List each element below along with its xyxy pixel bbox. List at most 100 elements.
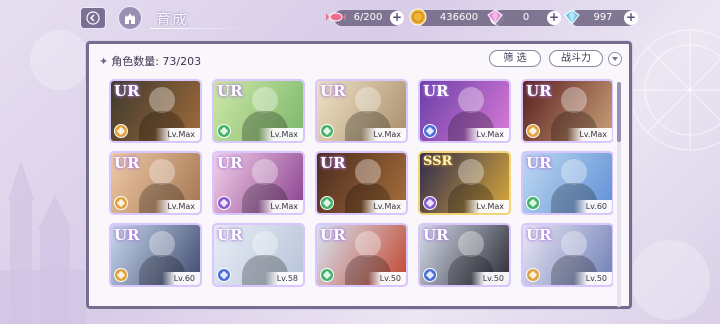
character-figure	[355, 159, 381, 185]
attribute-icon	[320, 268, 334, 282]
level-label: Lv.50	[573, 272, 612, 285]
top-bar: 育成 6/200 + 436600 + 0 + 997 +	[0, 0, 720, 36]
attribute-icon	[526, 268, 540, 282]
character-figure	[355, 87, 381, 113]
attribute-icon	[320, 124, 334, 138]
character-figure	[458, 159, 484, 185]
gold-value: 436600	[439, 12, 479, 23]
resource-stamina: 6/200 +	[326, 10, 404, 26]
stamina-value: 6/200	[353, 12, 383, 23]
level-label: Lv.Max	[567, 128, 612, 141]
character-card[interactable]: UR Lv.50	[418, 223, 511, 287]
attribute-icon	[526, 124, 540, 138]
home-button[interactable]	[118, 6, 142, 30]
blue-diamond-icon	[564, 9, 580, 25]
rarity-badge: UR	[526, 226, 552, 244]
attribute-icon	[423, 268, 437, 282]
character-figure	[149, 87, 175, 113]
rarity-badge: UR	[114, 226, 140, 244]
page-title: 育成	[156, 10, 189, 28]
character-card[interactable]: SSR Lv.Max	[418, 151, 511, 215]
gem-blue-add-button[interactable]: +	[624, 11, 638, 25]
level-label: Lv.Max	[361, 200, 406, 213]
level-label: Lv.Max	[155, 200, 200, 213]
level-label: Lv.Max	[464, 128, 509, 141]
character-card[interactable]: UR Lv.60	[521, 151, 613, 215]
level-label: Lv.Max	[258, 200, 303, 213]
character-figure	[252, 87, 278, 113]
gem-pink-add-button[interactable]: +	[547, 11, 561, 25]
attribute-icon	[114, 196, 128, 210]
castle-icon	[125, 13, 135, 24]
character-card[interactable]: UR Lv.Max	[212, 151, 305, 215]
character-card[interactable]: UR Lv.58	[212, 223, 305, 287]
rarity-badge: UR	[423, 226, 449, 244]
level-label: Lv.58	[264, 272, 303, 285]
rarity-badge: UR	[423, 82, 449, 100]
rarity-badge: UR	[320, 82, 346, 100]
chevron-down-icon	[612, 57, 618, 61]
gold-coin-icon	[409, 8, 427, 26]
back-button[interactable]	[80, 7, 106, 29]
resource-gem-blue: 997 +	[564, 9, 638, 26]
attribute-icon	[423, 124, 437, 138]
title-underline	[150, 28, 250, 29]
sort-power-button[interactable]: 战斗力	[549, 50, 603, 67]
rarity-badge: UR	[526, 154, 552, 172]
character-figure	[561, 159, 587, 185]
candy-icon	[326, 12, 346, 22]
attribute-icon	[114, 124, 128, 138]
rarity-badge: UR	[114, 82, 140, 100]
attribute-icon	[217, 268, 231, 282]
rarity-badge: UR	[217, 82, 243, 100]
gem-blue-value: 997	[593, 12, 613, 23]
character-figure	[561, 87, 587, 113]
attribute-icon	[217, 124, 231, 138]
character-card[interactable]: UR Lv.Max	[315, 151, 408, 215]
panel-header: ✦ 角色数量: 73/203 筛 选 战斗力	[89, 44, 629, 74]
level-label: Lv.Max	[258, 128, 303, 141]
character-card[interactable]: UR Lv.50	[521, 223, 613, 287]
pink-diamond-icon	[487, 9, 503, 25]
attribute-icon	[526, 196, 540, 210]
grid-scrollbar[interactable]	[617, 82, 621, 307]
gem-pink-value: 0	[522, 12, 530, 23]
level-label: Lv.60	[161, 272, 200, 285]
attribute-icon	[217, 196, 231, 210]
rarity-badge: SSR	[423, 154, 453, 169]
rarity-badge: UR	[217, 226, 243, 244]
character-figure	[252, 159, 278, 185]
character-figure	[149, 231, 175, 257]
character-card[interactable]: UR Lv.Max	[109, 151, 202, 215]
scrollbar-thumb[interactable]	[617, 82, 621, 142]
character-card[interactable]: UR Lv.Max	[109, 79, 202, 143]
character-count: ✦ 角色数量: 73/203	[99, 53, 201, 69]
character-grid: UR Lv.Max UR Lv.Max UR Lv.Max UR Lv.Max UR Lv.Max…	[109, 79, 613, 309]
filter-button[interactable]: 筛 选	[489, 50, 541, 67]
character-panel: ✦ 角色数量: 73/203 筛 选 战斗力 UR Lv.Max UR Lv.Max UR…	[86, 41, 632, 309]
character-card[interactable]: UR Lv.Max	[212, 79, 305, 143]
character-figure	[561, 231, 587, 257]
level-label: Lv.50	[367, 272, 406, 285]
character-figure	[458, 231, 484, 257]
character-card[interactable]: UR Lv.Max	[418, 79, 511, 143]
character-figure	[252, 231, 278, 257]
resource-gem-pink: 0 +	[487, 9, 561, 26]
rarity-badge: UR	[217, 154, 243, 172]
attribute-icon	[423, 196, 437, 210]
character-card[interactable]: UR Lv.Max	[315, 79, 408, 143]
rarity-badge: UR	[114, 154, 140, 172]
sparkle-icon: ✦	[99, 55, 109, 68]
character-card[interactable]: UR Lv.50	[315, 223, 408, 287]
character-card[interactable]: UR Lv.Max	[521, 79, 613, 143]
sort-order-toggle[interactable]	[608, 52, 622, 66]
level-label: Lv.50	[470, 272, 509, 285]
character-figure	[458, 87, 484, 113]
level-label: Lv.Max	[155, 128, 200, 141]
character-card[interactable]: UR Lv.60	[109, 223, 202, 287]
level-label: Lv.60	[573, 200, 612, 213]
rarity-badge: UR	[320, 154, 346, 172]
level-label: Lv.Max	[464, 200, 509, 213]
stamina-add-button[interactable]: +	[390, 11, 404, 25]
rarity-badge: UR	[526, 82, 552, 100]
